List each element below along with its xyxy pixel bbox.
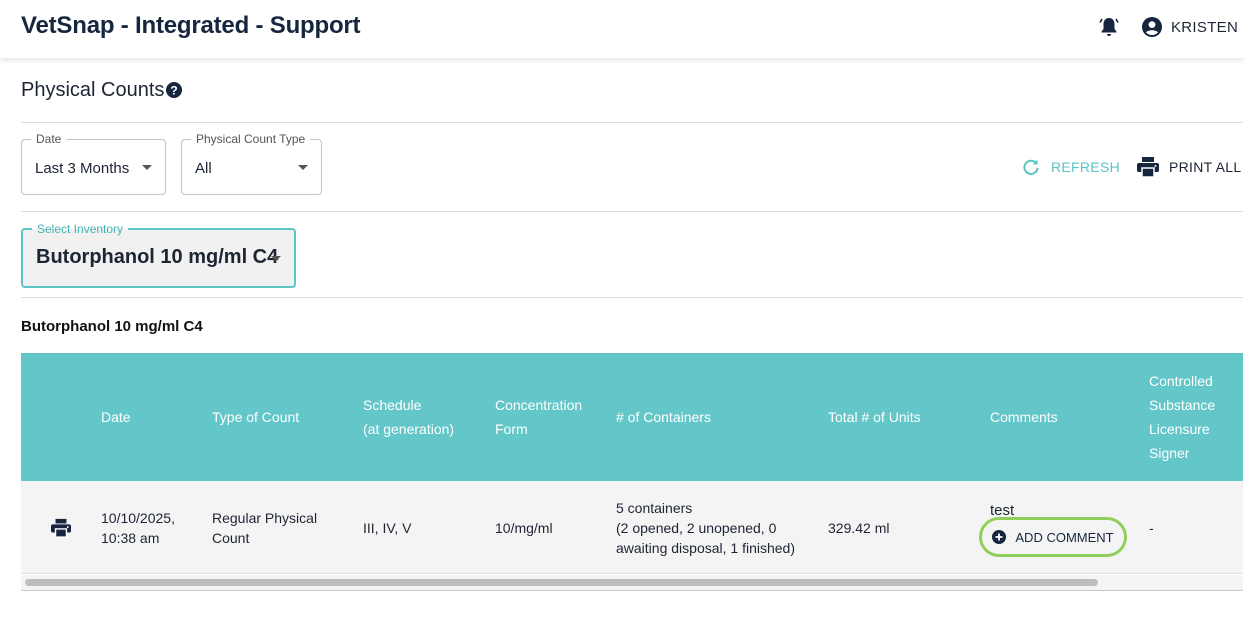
column-header-concentration: Concentration	[495, 397, 583, 413]
chevron-down-icon	[298, 165, 308, 170]
column-header-schedule: Schedule	[363, 397, 422, 413]
inventory-select-label: Select Inventory	[32, 222, 129, 236]
page-title: Physical Counts	[21, 79, 165, 101]
help-icon[interactable]: ?	[166, 82, 182, 98]
inventory-select-value: Butorphanol 10 mg/ml C4	[36, 246, 279, 268]
divider	[21, 297, 1243, 298]
column-header-concentration-sub: Form	[495, 421, 528, 437]
count-type-select-value: All	[195, 160, 212, 177]
printer-icon	[1137, 157, 1159, 177]
refresh-icon	[1023, 159, 1039, 175]
table-row: 10/10/2025, 10:38 am Regular Physical Co…	[21, 481, 1243, 574]
add-comment-button[interactable]: ADD COMMENT	[979, 517, 1127, 557]
cell-signer: -	[1149, 520, 1154, 536]
chevron-down-icon	[271, 256, 281, 261]
divider	[21, 211, 1243, 212]
column-header-units: Total # of Units	[828, 409, 921, 425]
plus-circle-icon	[992, 530, 1007, 544]
cell-containers: 5 containers	[616, 500, 693, 516]
count-type-select-label: Physical Count Type	[191, 132, 311, 146]
date-select-label: Date	[31, 132, 67, 146]
scrollbar-thumb[interactable]	[25, 579, 1098, 586]
svg-text:?: ?	[170, 83, 177, 97]
column-header-signer-3: Licensure	[1149, 421, 1210, 437]
cell-schedule: III, IV, V	[363, 520, 412, 536]
cell-type: Regular Physical	[212, 510, 318, 526]
user-name: KRISTEN	[1171, 18, 1239, 36]
count-type-select[interactable]: Physical Count Type All	[181, 132, 322, 195]
cell-time: 10:38 am	[101, 530, 160, 546]
cell-containers-3: awaiting disposal, 1 finished)	[616, 540, 795, 556]
date-select-value: Last 3 Months	[35, 160, 130, 177]
date-select[interactable]: Date Last 3 Months	[21, 132, 166, 195]
column-header-schedule-sub: (at generation)	[363, 421, 455, 437]
chevron-down-icon	[142, 165, 152, 170]
add-comment-label: ADD COMMENT	[1015, 529, 1114, 545]
divider	[21, 122, 1243, 123]
cell-date: 10/10/2025,	[101, 510, 175, 526]
inventory-select[interactable]: Select Inventory Butorphanol 10 mg/ml C4	[21, 222, 296, 288]
column-header-containers: # of Containers	[616, 409, 711, 425]
app-title: VetSnap - Integrated - Support	[21, 12, 361, 39]
bell-icon[interactable]	[1099, 16, 1119, 38]
user-menu[interactable]: KRISTEN	[1142, 16, 1238, 38]
table-header: Date Type of Count Schedule (at generati…	[21, 353, 1243, 481]
cell-concentration: 10/mg/ml	[495, 520, 553, 536]
refresh-button[interactable]: REFRESH	[1021, 157, 1120, 177]
column-header-type: Type of Count	[212, 409, 300, 425]
column-header-comments: Comments	[990, 409, 1058, 425]
account-icon	[1142, 17, 1162, 37]
printer-icon[interactable]	[51, 518, 71, 538]
cell-type-2: Count	[212, 530, 250, 546]
print-all-button[interactable]: PRINT ALL	[1137, 157, 1241, 177]
horizontal-scrollbar[interactable]	[21, 575, 1243, 590]
refresh-label: REFRESH	[1051, 159, 1120, 175]
cell-units: 329.42 ml	[828, 520, 890, 536]
app-bar: VetSnap - Integrated - Support KRISTEN	[0, 0, 1245, 58]
cell-containers-2: (2 opened, 2 unopened, 0	[616, 520, 777, 536]
column-header-signer-4: Signer	[1149, 445, 1190, 461]
physical-counts-table: Date Type of Count Schedule (at generati…	[21, 353, 1243, 591]
column-header-signer-2: Substance	[1149, 397, 1216, 413]
column-header-date: Date	[101, 409, 131, 425]
section-title: Butorphanol 10 mg/ml C4	[21, 318, 203, 335]
column-header-signer: Controlled	[1149, 373, 1213, 389]
print-all-label: PRINT ALL	[1169, 159, 1242, 175]
